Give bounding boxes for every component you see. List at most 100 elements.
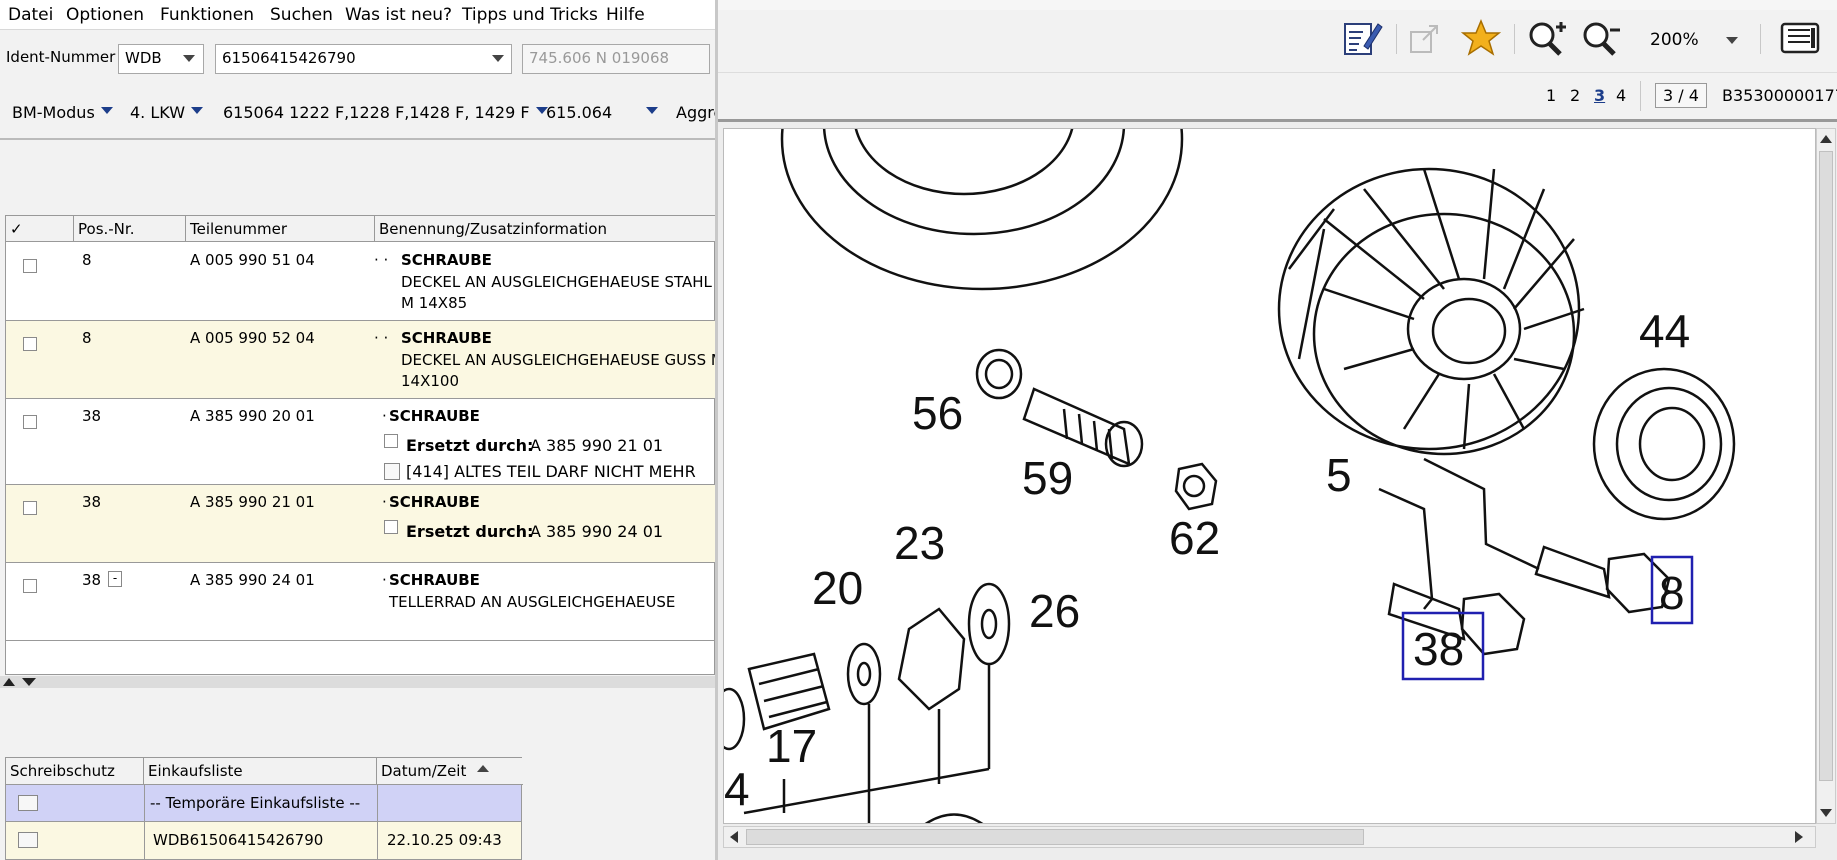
replaced-by-part[interactable]: A 385 990 21 01 bbox=[530, 436, 663, 455]
ident-number-input[interactable]: 61506415426790 bbox=[215, 44, 512, 74]
page-layout-icon[interactable] bbox=[1778, 20, 1822, 58]
column-header-write-protect[interactable]: Schreibschutz bbox=[6, 758, 144, 785]
bearing-bore bbox=[1638, 406, 1706, 482]
vertical-scrollbar[interactable] bbox=[1816, 128, 1836, 824]
divider bbox=[1514, 24, 1515, 54]
shopping-list-datetime: 22.10.25 09:43 bbox=[387, 831, 502, 849]
part-number[interactable]: A 005 990 52 04 bbox=[190, 329, 315, 347]
replacement-checkbox[interactable] bbox=[384, 434, 398, 448]
callout-38[interactable]: 38 bbox=[1413, 623, 1464, 675]
pos-number: 8 bbox=[82, 251, 92, 269]
table-row[interactable]: 8 A 005 990 52 04 · · SCHRAUBE DECKEL AN… bbox=[6, 321, 715, 399]
zoom-select[interactable]: 200% bbox=[1646, 23, 1743, 57]
lkw-label: 4. LKW bbox=[130, 103, 186, 122]
collapse-toggle[interactable]: - bbox=[108, 571, 122, 587]
row-checkbox[interactable] bbox=[23, 259, 37, 273]
part-number[interactable]: A 385 990 24 01 bbox=[190, 571, 315, 589]
scroll-left-icon[interactable] bbox=[730, 831, 738, 843]
partial-part bbox=[724, 687, 746, 751]
menu-datei[interactable]: Datei bbox=[8, 5, 53, 25]
callout-5: 5 bbox=[1326, 449, 1352, 501]
table-row[interactable]: 38 A 385 990 21 01 · SCHRAUBE Ersetzt du… bbox=[6, 485, 715, 563]
dropdown-icon[interactable] bbox=[492, 55, 504, 62]
menu-was-ist-neu[interactable]: Was ist neu? bbox=[345, 5, 452, 25]
column-header-pos[interactable]: Pos.-Nr. bbox=[74, 216, 186, 242]
row-checkbox[interactable] bbox=[23, 415, 37, 429]
replaced-by-label: Ersetzt durch: bbox=[406, 436, 534, 455]
menu-optionen[interactable]: Optionen bbox=[66, 5, 144, 25]
parts-table: ✓ Pos.-Nr. Teilenummer Benennung/Zusatzi… bbox=[5, 215, 715, 675]
indent-dots: · · bbox=[374, 329, 389, 347]
aggregate-dropdown[interactable]: Aggre bbox=[676, 103, 715, 122]
nut bbox=[1174, 462, 1218, 511]
replaced-by-part[interactable]: A 385 990 24 01 bbox=[530, 522, 663, 541]
callout-56: 56 bbox=[912, 387, 963, 439]
dropdown-icon[interactable] bbox=[1726, 37, 1738, 44]
replacement-checkbox[interactable] bbox=[384, 520, 398, 534]
expand-up-icon[interactable] bbox=[3, 678, 15, 686]
ident-row: Ident-Nummer WDB 61506415426790 745.606 … bbox=[0, 38, 715, 78]
favorite-star-icon[interactable] bbox=[1461, 18, 1501, 58]
edit-notes-icon[interactable] bbox=[1342, 18, 1384, 58]
part-number[interactable]: A 005 990 51 04 bbox=[190, 251, 315, 269]
engine-dropdown[interactable]: 615064 1222 F,1228 F,1428 F, 1429 F bbox=[223, 103, 548, 122]
menu-tipps-und-tricks[interactable]: Tipps und Tricks bbox=[462, 5, 598, 25]
page-link-2[interactable]: 2 bbox=[1570, 86, 1580, 105]
dropdown-icon[interactable] bbox=[183, 55, 195, 62]
scroll-down-icon[interactable] bbox=[1820, 809, 1832, 817]
row-checkbox[interactable] bbox=[23, 337, 37, 351]
row-checkbox[interactable] bbox=[23, 501, 37, 515]
row-checkbox[interactable] bbox=[23, 579, 37, 593]
zoom-out-icon[interactable] bbox=[1580, 18, 1622, 58]
ident-prefix-select[interactable]: WDB bbox=[118, 44, 204, 74]
menu-suchen[interactable]: Suchen bbox=[270, 5, 333, 25]
washer-26 bbox=[967, 582, 1011, 666]
code-dropdown[interactable]: 615.064 bbox=[546, 103, 659, 122]
zoom-in-icon[interactable] bbox=[1526, 18, 1568, 58]
page-link-1[interactable]: 1 bbox=[1546, 86, 1556, 105]
part-number[interactable]: A 385 990 21 01 bbox=[190, 493, 315, 511]
column-header-shopping-list[interactable]: Einkaufsliste bbox=[144, 758, 377, 785]
zoom-value: 200% bbox=[1650, 30, 1699, 50]
table-row[interactable]: 8 A 005 990 51 04 · · SCHRAUBE DECKEL AN… bbox=[6, 243, 715, 321]
table-row[interactable]: -- Temporäre Einkaufsliste -- bbox=[6, 785, 521, 822]
lock-icon bbox=[18, 832, 38, 848]
pos-number: 8 bbox=[82, 329, 92, 347]
export-icon[interactable] bbox=[1407, 20, 1445, 58]
page-link-3-current[interactable]: 3 bbox=[1594, 86, 1605, 105]
leader-line bbox=[1423, 457, 1540, 571]
collapse-down-icon[interactable] bbox=[22, 678, 36, 686]
lkw-dropdown[interactable]: 4. LKW bbox=[130, 103, 204, 122]
drawing-viewer: 200% 1 2 3 4 3 / 4 B35300000177 44 56 59… bbox=[715, 0, 1837, 860]
scrollbar-thumb[interactable] bbox=[746, 829, 1364, 845]
horizontal-scrollbar[interactable] bbox=[723, 826, 1816, 848]
scrollbar-thumb[interactable] bbox=[1819, 151, 1833, 781]
column-header-description[interactable]: Benennung/Zusatzinformation bbox=[375, 216, 715, 242]
parts-list-pane: Datei Optionen Funktionen Suchen Was ist… bbox=[0, 0, 715, 860]
column-header-datetime[interactable]: Datum/Zeit bbox=[377, 758, 523, 785]
part-description: DECKEL AN AUSGLEICHGEHAEUSE STAHL bbox=[401, 273, 712, 291]
sort-ascending-icon bbox=[477, 765, 490, 772]
page-link-4[interactable]: 4 bbox=[1616, 86, 1626, 105]
table-row[interactable]: 38 - A 385 990 24 01 · SCHRAUBE TELLERRA… bbox=[6, 563, 715, 641]
menu-funktionen[interactable]: Funktionen bbox=[160, 5, 254, 25]
bm-modus-dropdown[interactable]: BM-Modus bbox=[12, 103, 113, 122]
table-row[interactable]: WDB61506415426790 22.10.25 09:43 bbox=[6, 822, 521, 859]
exploded-view-drawing[interactable]: 44 56 59 5 62 23 20 26 17 4 38 8 bbox=[723, 128, 1816, 824]
shopping-list-name: -- Temporäre Einkaufsliste -- bbox=[150, 794, 361, 812]
part-name: SCHRAUBE bbox=[389, 407, 480, 425]
column-header-part-number[interactable]: Teilenummer bbox=[186, 216, 375, 242]
bm-modus-label: BM-Modus bbox=[12, 103, 95, 122]
part-description: TELLERRAD AN AUSGLEICHGEHAEUSE bbox=[389, 593, 676, 611]
menu-hilfe[interactable]: Hilfe bbox=[606, 5, 645, 25]
housing-hub bbox=[1406, 277, 1522, 381]
part-number[interactable]: A 385 990 20 01 bbox=[190, 407, 315, 425]
pane-splitter[interactable] bbox=[0, 676, 715, 688]
drawing-svg: 44 56 59 5 62 23 20 26 17 4 38 8 bbox=[724, 129, 1736, 823]
table-row[interactable]: 38 A 385 990 20 01 · SCHRAUBE Ersetzt du… bbox=[6, 399, 715, 485]
parts-table-header: ✓ Pos.-Nr. Teilenummer Benennung/Zusatzi… bbox=[6, 216, 715, 242]
callout-8[interactable]: 8 bbox=[1659, 567, 1685, 619]
scroll-right-icon[interactable] bbox=[1795, 831, 1803, 843]
scroll-up-icon[interactable] bbox=[1820, 135, 1832, 143]
column-header-check[interactable]: ✓ bbox=[6, 216, 74, 242]
